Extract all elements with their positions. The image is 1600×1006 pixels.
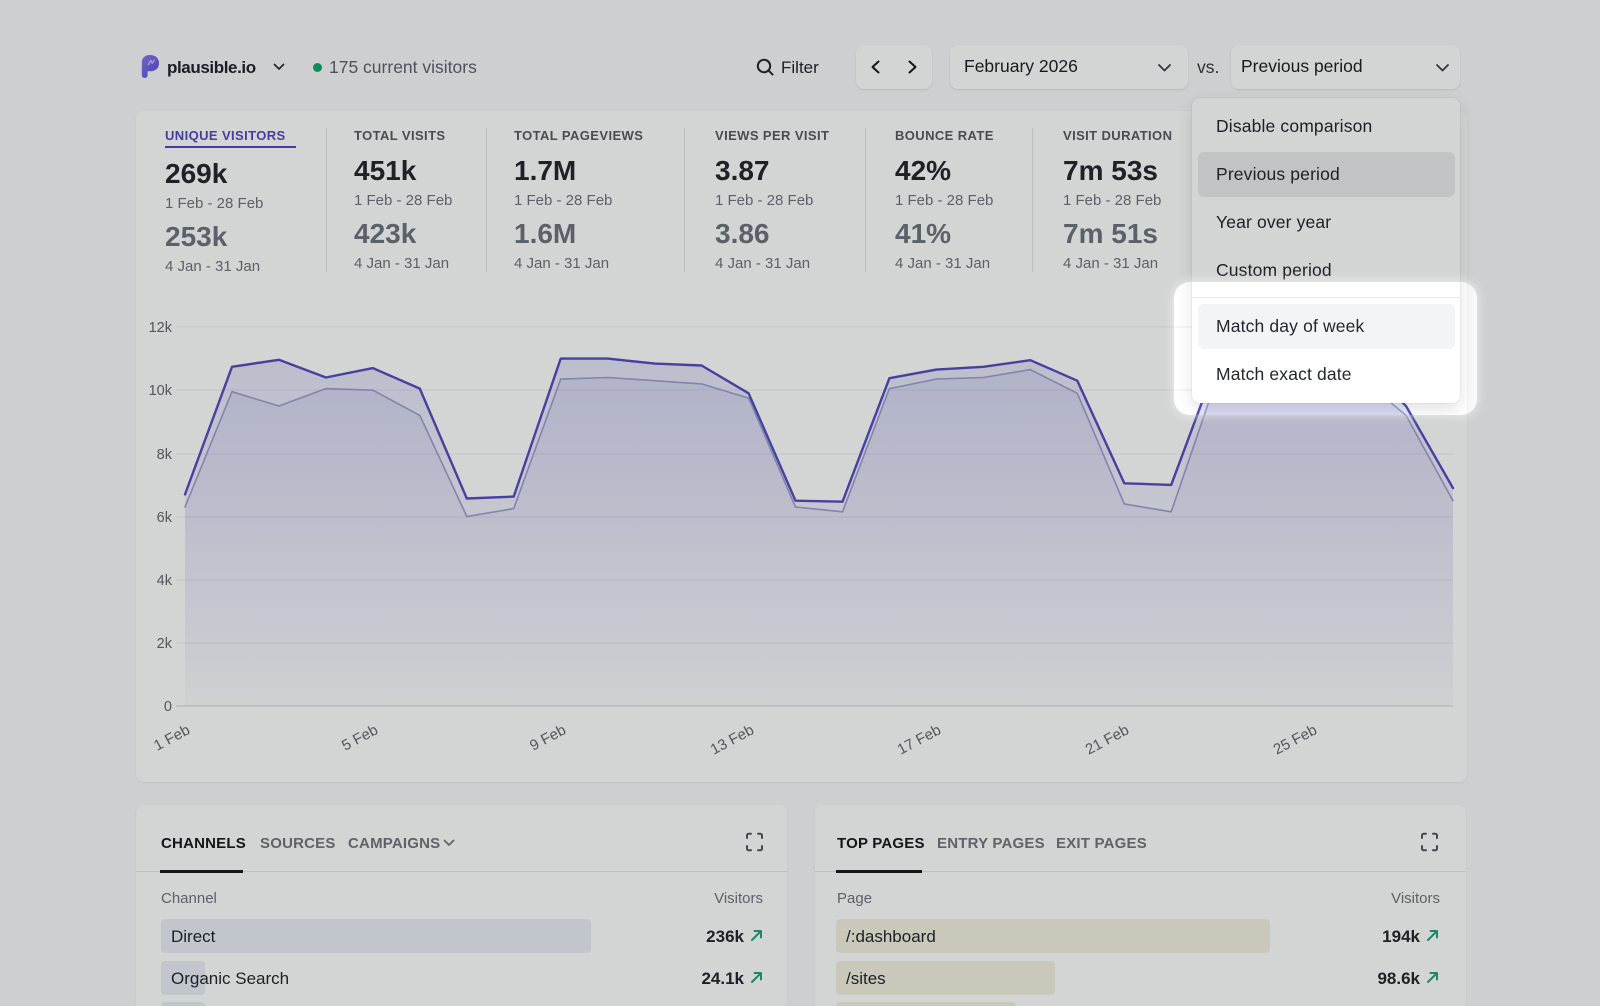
- svg-text:6k: 6k: [157, 510, 173, 526]
- svg-text:9 Feb: 9 Feb: [527, 722, 569, 755]
- svg-text:4k: 4k: [157, 573, 173, 589]
- svg-text:10k: 10k: [149, 383, 173, 399]
- svg-text:12k: 12k: [149, 320, 173, 336]
- svg-text:1 Feb: 1 Feb: [151, 722, 193, 755]
- svg-text:25 Feb: 25 Feb: [1271, 722, 1320, 759]
- svg-text:0: 0: [164, 699, 172, 715]
- svg-text:17 Feb: 17 Feb: [895, 722, 944, 759]
- svg-text:8k: 8k: [157, 447, 173, 463]
- svg-text:5 Feb: 5 Feb: [339, 722, 381, 755]
- svg-text:13 Feb: 13 Feb: [708, 722, 757, 759]
- svg-text:21 Feb: 21 Feb: [1083, 722, 1132, 759]
- svg-text:2k: 2k: [157, 636, 173, 652]
